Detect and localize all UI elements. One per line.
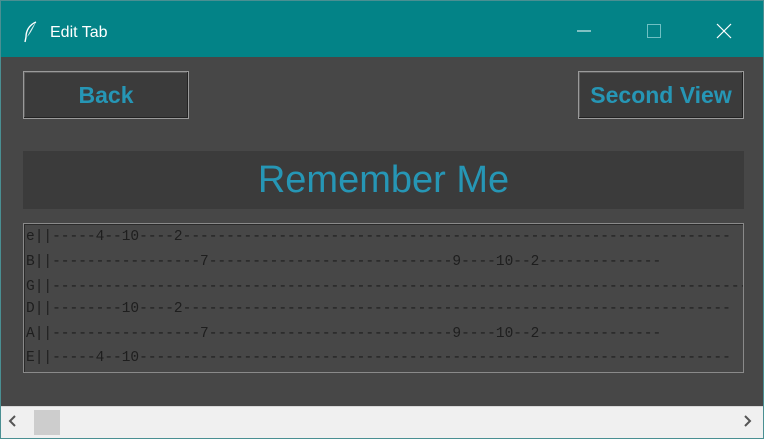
feather-icon [23, 21, 39, 43]
tab-line-D: D||--------10----2----------------------… [26, 301, 731, 317]
minimize-button[interactable] [561, 11, 607, 55]
second-view-button[interactable]: Second View [578, 71, 744, 119]
tab-line-B: B||-----------------7-------------------… [26, 254, 662, 270]
tab-line-A: A||-----------------7-------------------… [26, 326, 662, 342]
tab-line-G: G||-------------------------------------… [26, 279, 744, 295]
chevron-left-icon [8, 414, 18, 432]
back-button[interactable]: Back [23, 71, 189, 119]
song-title: Remember Me [23, 151, 744, 209]
maximize-icon [646, 23, 662, 44]
scroll-right-button[interactable] [735, 407, 759, 438]
scroll-left-button[interactable] [1, 407, 25, 438]
close-button[interactable] [701, 11, 747, 55]
maximize-button[interactable] [631, 11, 677, 55]
chevron-right-icon [742, 414, 752, 432]
window-title: Edit Tab [50, 24, 108, 41]
minimize-icon [576, 23, 592, 44]
horizontal-scrollbar[interactable] [1, 406, 763, 438]
close-icon [716, 23, 732, 44]
tab-line-e: e||-----4--10----2----------------------… [26, 229, 731, 245]
tab-line-E: E||-----4--10---------------------------… [26, 350, 731, 366]
title-bar[interactable]: Edit Tab [1, 1, 763, 57]
edit-tab-window: Edit Tab Back Second View Remember Me e|… [0, 0, 764, 439]
tab-text-area[interactable]: e||-----4--10----2----------------------… [23, 223, 744, 373]
scroll-thumb[interactable] [34, 410, 60, 435]
